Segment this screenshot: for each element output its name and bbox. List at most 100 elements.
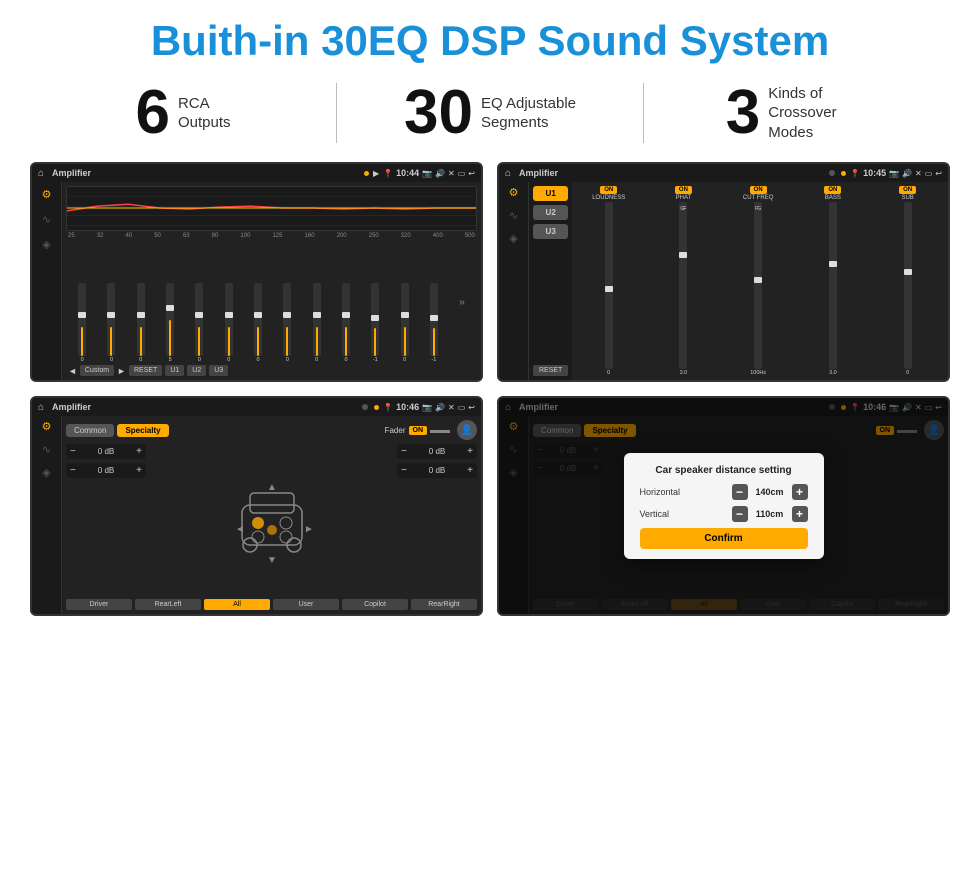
eq-time: 10:44 bbox=[396, 168, 419, 178]
fader-tab-specialty[interactable]: Specialty bbox=[117, 424, 168, 437]
dialog-vertical-minus[interactable]: − bbox=[732, 506, 748, 522]
eq-slider-12: -1 bbox=[430, 283, 438, 363]
eq-bottom-controls: ◄ Custom ► RESET U1 U2 U3 bbox=[66, 363, 477, 376]
xo-body: ⚙ ∿ ◈ U1 U2 U3 RESET ON LOUDNESS bbox=[499, 182, 948, 380]
dialog-horizontal-value: 140cm bbox=[752, 487, 788, 497]
fader-rearleft-btn[interactable]: RearLeft bbox=[135, 599, 201, 610]
fader-all-btn[interactable]: All bbox=[204, 599, 270, 610]
fader-user-btn[interactable]: User bbox=[273, 599, 339, 610]
fader-main-body: − 0 dB + − 0 dB + bbox=[66, 444, 477, 595]
fader-screen: ⌂ Amplifier 📍 10:46 📷 🔊 ✕ ▭ ↩ ⚙ ∿ bbox=[30, 396, 483, 616]
fader-plus-1[interactable]: + bbox=[136, 446, 142, 457]
eq-app-name: Amplifier bbox=[48, 168, 360, 178]
xo-sub: ON SUB 0 bbox=[871, 186, 944, 376]
fader-driver-btn[interactable]: Driver bbox=[66, 599, 132, 610]
xo-sub-slider[interactable] bbox=[904, 202, 912, 369]
fader-db-1: 0 dB bbox=[78, 447, 134, 456]
eq-sliders: 0 0 bbox=[66, 241, 477, 363]
xo-cutfreq: ON CUT FREQ F G 100Hz bbox=[722, 186, 795, 376]
fader-on-badge[interactable]: ON bbox=[409, 426, 428, 435]
stats-row: 6 RCAOutputs 30 EQ AdjustableSegments 3 … bbox=[30, 82, 950, 144]
eq-slider-11: 0 bbox=[401, 283, 409, 363]
fader-rearright-btn[interactable]: RearRight bbox=[411, 599, 477, 610]
fader-minus-2[interactable]: − bbox=[70, 465, 76, 476]
fader-plus-4[interactable]: + bbox=[467, 465, 473, 476]
xo-dot2 bbox=[841, 171, 846, 176]
eq-icon-2: ∿ bbox=[42, 213, 51, 226]
eq-reset-btn[interactable]: RESET bbox=[129, 365, 162, 376]
fader-db-2: 0 dB bbox=[78, 466, 134, 475]
eq-next-btn[interactable]: ► bbox=[117, 366, 126, 376]
fader-dot2 bbox=[374, 405, 379, 410]
fader-plus-2[interactable]: + bbox=[136, 465, 142, 476]
eq-u2-btn[interactable]: U2 bbox=[187, 365, 206, 376]
xo-phat-slider[interactable]: G F bbox=[679, 202, 687, 369]
fader-bars-icon: ▬▬ bbox=[430, 425, 450, 436]
fader-left-icons: ⚙ ∿ ◈ bbox=[32, 416, 62, 614]
dialog-horizontal-control: − 140cm + bbox=[732, 484, 808, 500]
xo-pin-icon: 📍 bbox=[850, 169, 860, 178]
xo-preset-u3[interactable]: U3 bbox=[533, 224, 568, 239]
xo-time: 10:45 bbox=[863, 168, 886, 178]
fader-db-control-4: − 0 dB + bbox=[397, 463, 477, 478]
xo-x-icon: ✕ bbox=[915, 169, 922, 178]
fader-home-icon: ⌂ bbox=[38, 402, 44, 413]
xo-cutfreq-on[interactable]: ON bbox=[750, 186, 767, 194]
xo-loudness-slider[interactable] bbox=[605, 202, 613, 369]
dialog-vertical-value: 110cm bbox=[752, 509, 788, 519]
eq-prev-btn[interactable]: ◄ bbox=[68, 366, 77, 376]
eq-custom-btn[interactable]: Custom bbox=[80, 365, 114, 376]
eq-u1-btn[interactable]: U1 bbox=[165, 365, 184, 376]
dialog-vertical-label: Vertical bbox=[640, 509, 670, 519]
dialog-horizontal-minus[interactable]: − bbox=[732, 484, 748, 500]
eq-slider-7: 0 bbox=[283, 283, 291, 363]
dialog-vertical-row: Vertical − 110cm + bbox=[640, 506, 808, 522]
xo-preset-u1[interactable]: U1 bbox=[533, 186, 568, 201]
xo-bass-on[interactable]: ON bbox=[824, 186, 841, 194]
fader-main-area: Common Specialty Fader ON ▬▬ 👤 bbox=[62, 416, 481, 614]
xo-home-icon: ⌂ bbox=[505, 168, 511, 179]
fader-controls-right: Fader ON ▬▬ bbox=[385, 425, 450, 436]
xo-bass-slider[interactable] bbox=[829, 202, 837, 369]
fader-minus-1[interactable]: − bbox=[70, 446, 76, 457]
xo-reset-btn[interactable]: RESET bbox=[533, 365, 568, 376]
dialog-horizontal-plus[interactable]: + bbox=[792, 484, 808, 500]
xo-phat-on[interactable]: ON bbox=[675, 186, 692, 194]
xo-preset-u2[interactable]: U2 bbox=[533, 205, 568, 220]
eq-body: ⚙ ∿ ◈ bbox=[32, 182, 481, 380]
xo-loudness-on[interactable]: ON bbox=[600, 186, 617, 194]
fader-tab-common[interactable]: Common bbox=[66, 424, 114, 437]
svg-text:►: ► bbox=[304, 524, 312, 535]
fader-x-icon: ✕ bbox=[448, 403, 455, 412]
eq-u3-btn[interactable]: U3 bbox=[209, 365, 228, 376]
xo-sub-on[interactable]: ON bbox=[899, 186, 916, 194]
fader-person-btn[interactable]: 👤 bbox=[457, 420, 477, 440]
xo-cutfreq-slider[interactable]: F G bbox=[754, 202, 762, 369]
eq-graph bbox=[66, 186, 477, 231]
dialog-overlay: Car speaker distance setting Horizontal … bbox=[499, 398, 948, 614]
fader-minus-4[interactable]: − bbox=[401, 465, 407, 476]
fader-minus-3[interactable]: − bbox=[401, 446, 407, 457]
fader-back-icon: ↩ bbox=[468, 403, 475, 412]
eq-screen: ⌂ Amplifier ▶ 📍 10:44 📷 🔊 ✕ ▭ ↩ ⚙ ∿ bbox=[30, 162, 483, 382]
fader-status-icons: 📍 10:46 📷 🔊 ✕ ▭ ↩ bbox=[383, 402, 475, 412]
xo-left-icons: ⚙ ∿ ◈ bbox=[499, 182, 529, 380]
fader-camera-icon: 📷 bbox=[422, 403, 432, 412]
eq-slider-9: 0 bbox=[342, 283, 350, 363]
fader-left-controls: − 0 dB + − 0 dB + bbox=[66, 444, 146, 595]
fader-plus-3[interactable]: + bbox=[467, 446, 473, 457]
dialog-confirm-button[interactable]: Confirm bbox=[640, 528, 808, 549]
dialog-title: Car speaker distance setting bbox=[640, 465, 808, 476]
svg-text:▼: ▼ bbox=[267, 555, 277, 565]
eq-slider-4: 0 bbox=[195, 283, 203, 363]
fader-copilot-btn[interactable]: Copilot bbox=[342, 599, 408, 610]
svg-text:▲: ▲ bbox=[267, 482, 277, 493]
fader-dot1 bbox=[362, 404, 368, 410]
fader-db-control-1: − 0 dB + bbox=[66, 444, 146, 459]
eq-pin-icon: 📍 bbox=[383, 169, 393, 178]
eq-slider-10: -1 bbox=[371, 283, 379, 363]
fader-rect-icon: ▭ bbox=[458, 403, 466, 412]
distance-screen: ⌂ Amplifier 📍 10:46 📷 🔊 ✕ ▭ ↩ ⚙ ∿ bbox=[497, 396, 950, 616]
eq-volume-icon: 🔊 bbox=[435, 169, 445, 178]
dialog-vertical-plus[interactable]: + bbox=[792, 506, 808, 522]
